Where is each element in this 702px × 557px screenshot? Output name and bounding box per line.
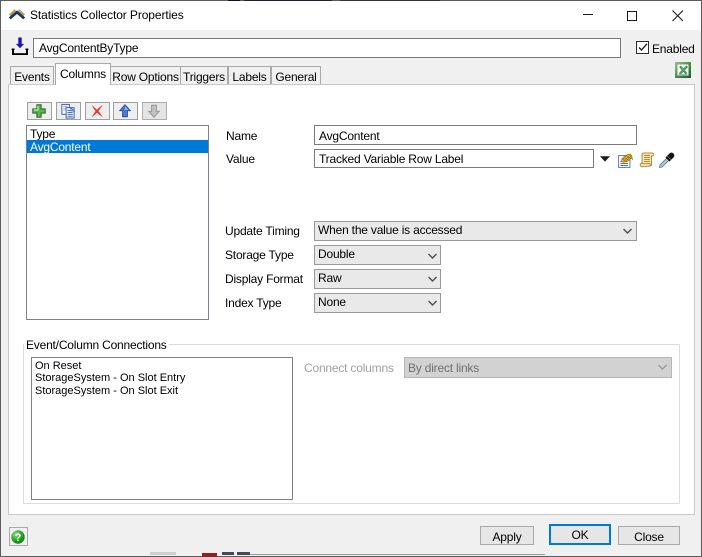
svg-text:?: ? [15, 532, 22, 544]
